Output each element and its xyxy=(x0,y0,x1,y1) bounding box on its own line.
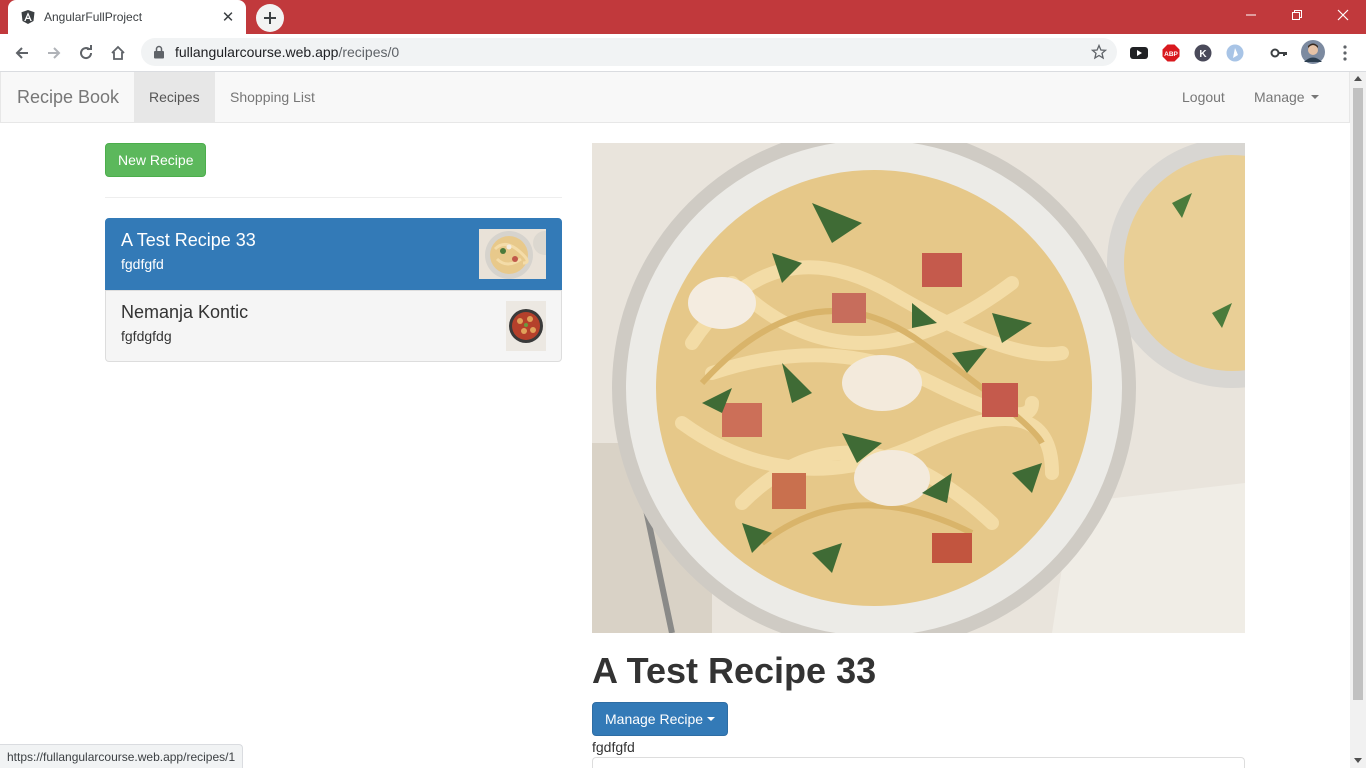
svg-text:ABP: ABP xyxy=(1164,51,1178,58)
minimize-icon xyxy=(1246,14,1256,16)
adblock-plus-icon[interactable]: ABP xyxy=(1161,43,1181,63)
nav-shopping-list[interactable]: Shopping List xyxy=(215,72,330,122)
new-tab-button[interactable] xyxy=(256,4,284,32)
browser-tab[interactable]: AngularFullProject ✕ xyxy=(8,0,246,34)
lock-icon xyxy=(154,45,164,59)
manage-label: Manage xyxy=(1254,89,1305,105)
recipe-detail-description: fgdfgfd xyxy=(592,739,635,755)
browser-toolbar: fullangularcourse.web.app/recipes/0 ABP … xyxy=(0,34,1366,72)
recipe-name: Nemanja Kontic xyxy=(121,302,249,322)
nav-logout[interactable]: Logout xyxy=(1167,72,1240,122)
recipe-list-item[interactable]: A Test Recipe 33 fgdfgfd xyxy=(105,218,562,290)
manage-recipe-button[interactable]: Manage Recipe xyxy=(592,702,729,736)
caret-down-icon xyxy=(707,717,716,721)
key-icon[interactable] xyxy=(1269,43,1289,63)
page-scrollbar[interactable] xyxy=(1350,72,1366,768)
reload-button[interactable] xyxy=(72,39,100,67)
youtube-extension-icon[interactable] xyxy=(1129,43,1149,63)
address-bar[interactable]: fullangularcourse.web.app/recipes/0 xyxy=(141,38,1117,66)
home-button[interactable] xyxy=(104,39,132,67)
manage-recipe-label: Manage Recipe xyxy=(605,711,704,727)
browser-tabstrip: AngularFullProject ✕ xyxy=(0,0,1366,34)
nav-recipes[interactable]: Recipes xyxy=(134,72,215,122)
scroll-down-arrow-icon[interactable] xyxy=(1354,758,1362,763)
app-navbar: Recipe Book Recipes Shopping List Logout… xyxy=(0,72,1350,123)
recipe-list-item[interactable]: Nemanja Kontic fgfdgfdg xyxy=(105,290,562,362)
plus-icon xyxy=(264,12,276,24)
link-status-bubble: https://fullangularcourse.web.app/recipe… xyxy=(0,744,244,768)
tab-title: AngularFullProject xyxy=(44,10,143,24)
restore-window-button[interactable] xyxy=(1274,0,1320,30)
info-extension-icon[interactable] xyxy=(1225,43,1245,63)
nav-manage-dropdown[interactable]: Manage xyxy=(1239,72,1334,122)
arrow-right-icon xyxy=(48,47,61,59)
recipe-description: fgfdgfdg xyxy=(121,328,172,344)
close-tab-icon[interactable]: ✕ xyxy=(220,9,236,26)
ingredients-list xyxy=(592,757,1245,768)
svg-text:K: K xyxy=(1199,49,1207,60)
home-icon xyxy=(111,45,125,60)
scrollbar-thumb[interactable] xyxy=(1353,88,1363,700)
reload-icon xyxy=(80,45,93,60)
page-viewport: Recipe Book Recipes Shopping List Logout… xyxy=(0,72,1350,768)
back-button[interactable] xyxy=(8,39,36,67)
navbar-brand[interactable]: Recipe Book xyxy=(17,87,119,108)
recipe-title: A Test Recipe 33 xyxy=(592,650,877,691)
angular-icon xyxy=(21,10,35,24)
k-extension-icon[interactable]: K xyxy=(1193,43,1213,63)
close-icon xyxy=(1337,9,1349,21)
url-text: fullangularcourse.web.app/recipes/0 xyxy=(175,44,400,60)
divider xyxy=(105,197,562,198)
arrow-left-icon xyxy=(15,47,28,59)
close-window-button[interactable] xyxy=(1320,0,1366,30)
recipe-thumbnail xyxy=(479,229,546,279)
forward-button[interactable] xyxy=(40,39,68,67)
new-recipe-button[interactable]: New Recipe xyxy=(105,143,207,177)
minimize-window-button[interactable] xyxy=(1228,0,1274,30)
restore-icon xyxy=(1292,10,1302,20)
scroll-up-arrow-icon[interactable] xyxy=(1354,76,1362,81)
caret-down-icon xyxy=(1310,95,1319,99)
recipe-hero-image xyxy=(592,143,1245,633)
bookmark-star-icon[interactable] xyxy=(1091,44,1107,60)
menu-dots-icon[interactable] xyxy=(1335,43,1355,63)
profile-avatar[interactable] xyxy=(1301,40,1325,64)
recipe-thumbnail xyxy=(506,301,546,351)
